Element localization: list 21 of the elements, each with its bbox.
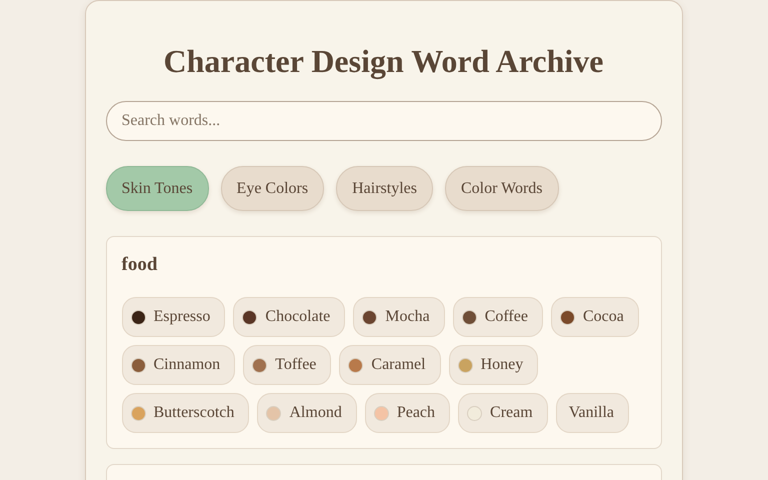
- word-chip[interactable]: Almond: [257, 393, 357, 433]
- word-chip[interactable]: Mocha: [353, 297, 445, 337]
- word-chip[interactable]: Honey: [448, 345, 538, 385]
- word-chip[interactable]: Toffee: [243, 345, 332, 385]
- word-chip[interactable]: Cream: [458, 393, 548, 433]
- category-tab[interactable]: Skin Tones: [106, 166, 209, 211]
- word-chip[interactable]: Chocolate: [233, 297, 346, 337]
- word-chip[interactable]: Cinnamon: [122, 345, 236, 385]
- category-tab[interactable]: Hairstyles: [336, 166, 433, 211]
- word-chip[interactable]: Vanilla: [556, 393, 630, 433]
- word-chip[interactable]: Caramel: [339, 345, 441, 385]
- word-chip[interactable]: Coffee: [452, 297, 543, 337]
- word-chip[interactable]: Cocoa: [550, 297, 639, 337]
- category-tab[interactable]: Color Words: [444, 166, 558, 211]
- category-tab[interactable]: Eye Colors: [220, 166, 324, 211]
- word-chip[interactable]: Peach: [364, 393, 450, 433]
- page-title: Character Design Word Archive: [162, 42, 604, 81]
- word-chip[interactable]: Espresso: [122, 297, 226, 337]
- word-chip[interactable]: Butterscotch: [122, 393, 250, 433]
- group-heading: food: [122, 253, 158, 277]
- search-field[interactable]: Search words...: [106, 101, 662, 141]
